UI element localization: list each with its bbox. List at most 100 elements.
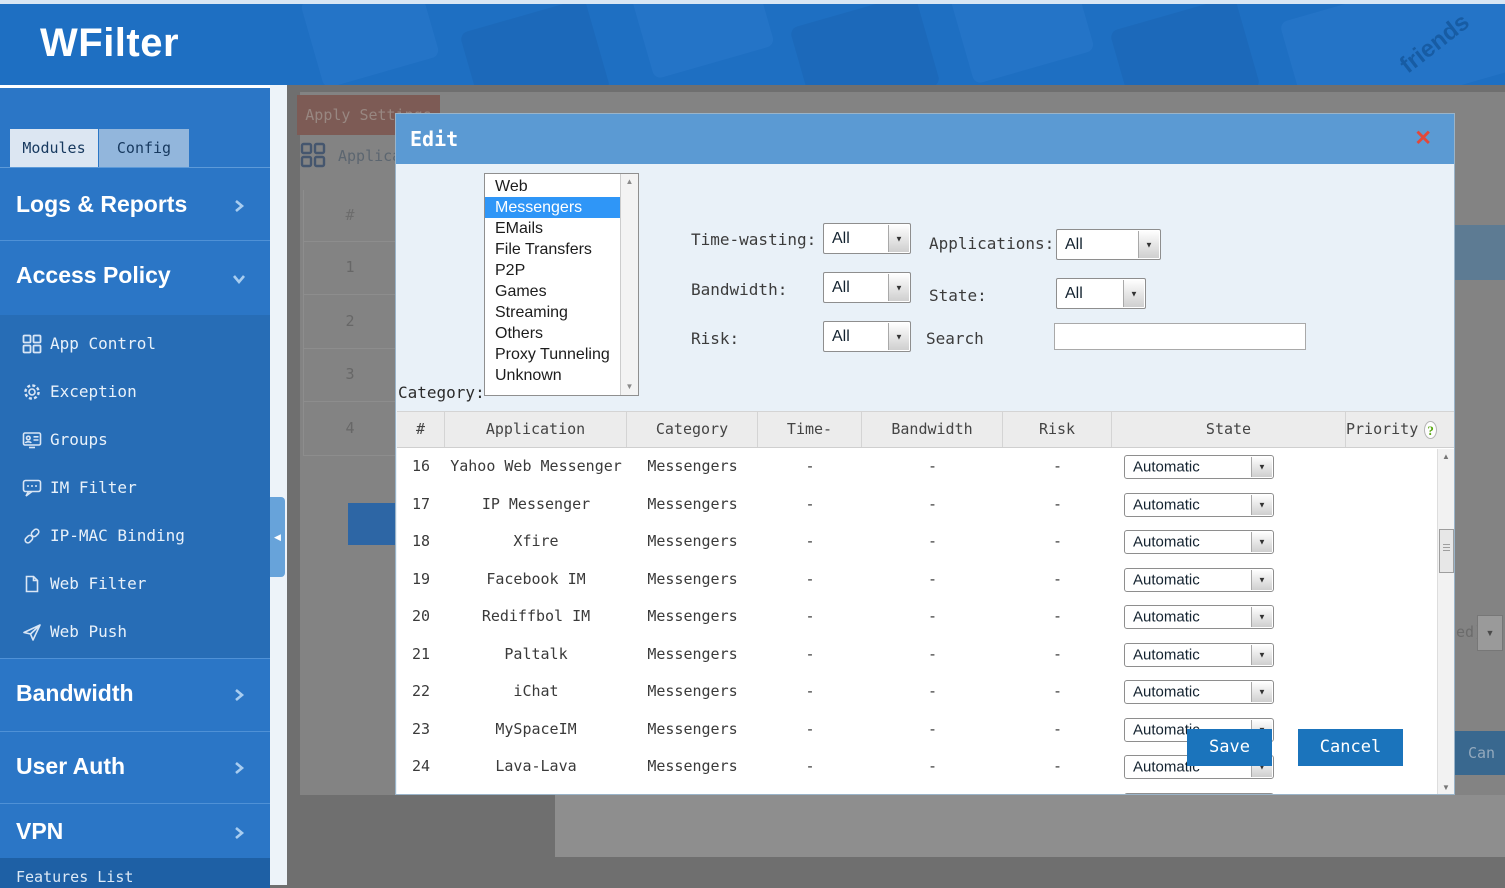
sidebar-item-user-auth[interactable]: User Auth [0,732,270,803]
cell-application: Facebook IM [445,561,627,599]
sidebar-item-access-policy[interactable]: Access Policy [0,241,270,315]
category-option[interactable]: EMails [485,218,621,239]
sidebar-collapse-handle[interactable]: ◀ [270,497,285,577]
cell-bandwidth: - [862,523,1003,561]
state-row-select[interactable]: Automatic ▼ [1124,530,1274,554]
chevron-down-icon: ▼ [1477,615,1503,651]
chevron-down-icon[interactable]: ▼ [888,323,909,350]
application-list-label: Applica [338,147,401,165]
tab-config[interactable]: Config [99,129,189,167]
sidebar-item-label: IP-MAC Binding [50,526,185,545]
sidebar-item-app-control[interactable]: App Control [0,320,270,368]
grid-icon [300,142,326,168]
category-option[interactable]: P2P [485,260,621,281]
category-option[interactable]: Streaming [485,302,621,323]
chevron-down-icon[interactable]: ▼ [1251,645,1272,665]
sidebar-item-ip-mac-binding[interactable]: IP-MAC Binding [0,512,270,560]
time-wasting-select[interactable]: All ▼ [823,223,911,254]
state-row-select[interactable]: Automatic ▼ [1124,793,1274,796]
chevron-down-icon[interactable]: ▼ [1251,607,1272,627]
chevron-down-icon[interactable]: ▼ [1251,495,1272,515]
cell-state: Automatic ▼ [1112,636,1346,674]
sidebar-gap [270,85,287,885]
chevron-down-icon [232,272,248,288]
save-button[interactable]: Save [1187,729,1272,766]
state-row-select[interactable]: Automatic ▼ [1124,680,1274,704]
background-button-fragment [348,503,395,545]
category-option[interactable]: Unknown [485,365,621,386]
id-card-icon [22,430,42,450]
listbox-scrollbar[interactable]: ▲ ▼ [620,174,638,395]
chevron-right-icon [232,826,248,842]
sidebar-item-groups[interactable]: Groups [0,416,270,464]
chevron-down-icon[interactable]: ▼ [1123,280,1144,307]
sidebar-item-features-list[interactable]: Features List [0,858,270,888]
scroll-up-icon[interactable]: ▲ [621,174,638,190]
category-option[interactable]: Web [485,176,621,197]
state-row-select[interactable]: Automatic ▼ [1124,493,1274,517]
chevron-down-icon[interactable]: ▼ [1138,231,1159,258]
chevron-down-icon[interactable]: ▼ [1251,570,1272,590]
scroll-up-icon[interactable]: ▲ [1438,449,1454,464]
column-header-label: Priority [1346,412,1418,447]
search-input[interactable] [1054,323,1306,350]
scrollbar-thumb[interactable] [1439,529,1454,573]
sidebar-item-vpn[interactable]: VPN [0,804,270,858]
sidebar-item-exception[interactable]: Exception [0,368,270,416]
cell-risk: - [1003,448,1112,486]
category-listbox[interactable]: WebMessengersEMailsFile TransfersP2PGame… [484,173,639,396]
state-row-select[interactable]: Automatic ▼ [1124,568,1274,592]
table-scrollbar[interactable]: ▲ ▼ [1437,449,1454,795]
cell-category: Messengers [627,636,758,674]
column-header-category: Category [627,412,758,447]
cancel-button[interactable]: Cancel [1298,729,1403,766]
sidebar-item-web-filter[interactable]: Web Filter [0,560,270,608]
cell-application: IP Messenger [445,486,627,524]
category-option[interactable]: Proxy Tunneling [485,344,621,365]
category-option[interactable]: Messengers [485,197,621,218]
cell-risk: - [1003,561,1112,599]
chevron-down-icon[interactable]: ▼ [888,225,909,252]
cell-time-wasting: - [758,636,862,674]
chevron-down-icon[interactable]: ▼ [1251,532,1272,552]
select-value: All [832,328,850,346]
state-row-select[interactable]: Automatic ▼ [1124,455,1274,479]
cell-priority [1346,523,1437,561]
scroll-down-icon[interactable]: ▼ [621,379,638,395]
cell-risk: - [1003,786,1112,796]
scroll-down-icon[interactable]: ▼ [1438,780,1454,795]
category-option[interactable]: Games [485,281,621,302]
category-option[interactable]: Others [485,323,621,344]
sidebar-item-im-filter[interactable]: IM Filter [0,464,270,512]
category-option[interactable]: File Transfers [485,239,621,260]
cell-bandwidth: - [862,786,1003,796]
table-row: 20 Rediffbol IM Messengers - - - Automat… [397,598,1437,636]
column-header-bandwidth: Bandwidth [862,412,1003,447]
cell-state: Automatic ▼ [1112,486,1346,524]
search-label: Search [926,329,984,348]
help-icon[interactable]: ? [1424,421,1437,439]
chevron-down-icon[interactable]: ▼ [1251,682,1272,702]
state-row-select[interactable]: Automatic ▼ [1124,643,1274,667]
state-select[interactable]: All ▼ [1056,278,1146,309]
risk-select[interactable]: All ▼ [823,321,911,352]
cell-application: iChat [445,673,627,711]
chevron-down-icon[interactable]: ▼ [1251,457,1272,477]
chevron-down-icon[interactable]: ▼ [888,274,909,301]
select-value: Automatic [1133,646,1200,663]
table-row: 24 Lava-Lava Messengers - - - Automatic … [397,748,1437,786]
column-header-num: # [397,412,445,447]
table-row: 21 Paltalk Messengers - - - Automatic ▼ [397,636,1437,674]
sidebar-item-web-push[interactable]: Web Push [0,608,270,656]
state-row-select[interactable]: Automatic ▼ [1124,605,1274,629]
cell-application: Paltalk [445,636,627,674]
tab-modules[interactable]: Modules [10,129,98,167]
access-policy-submenu: App Control Exception Groups IM Filter I… [0,315,270,658]
close-icon[interactable]: ✕ [1414,126,1432,151]
sidebar-item-logs-reports[interactable]: Logs & Reports [0,172,270,240]
applications-select[interactable]: All ▼ [1056,229,1161,260]
chevron-down-icon[interactable]: ▼ [1251,795,1272,796]
category-listbox-items: WebMessengersEMailsFile TransfersP2PGame… [485,176,621,386]
sidebar-item-bandwidth[interactable]: Bandwidth [0,659,270,731]
bandwidth-select[interactable]: All ▼ [823,272,911,303]
